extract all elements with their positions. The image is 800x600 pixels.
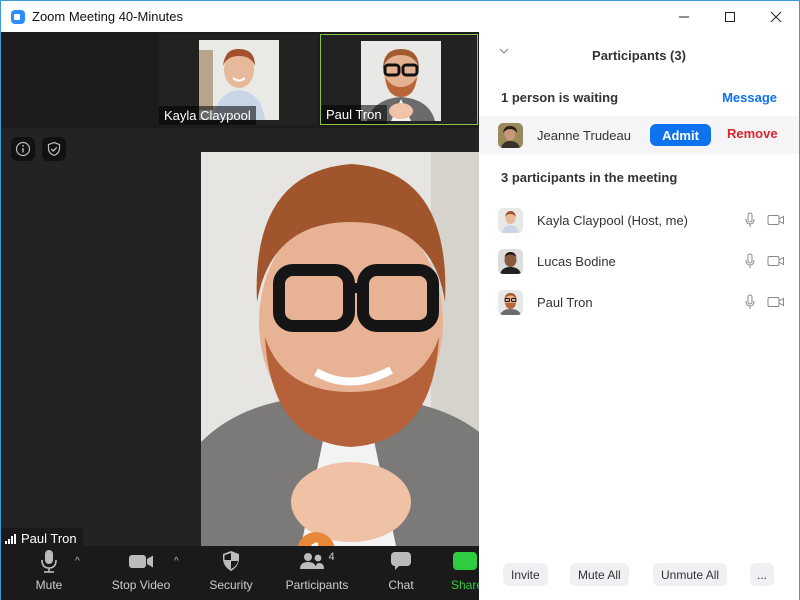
participant-row[interactable]: Kayla Claypool (Host, me) [479, 200, 799, 241]
avatar [498, 208, 523, 233]
speaker-name-label: Paul Tron [1, 528, 83, 546]
maximize-icon [725, 11, 735, 22]
chat-label: Chat [388, 578, 414, 592]
share-label: Share [451, 578, 479, 592]
waiting-person-row: Jeanne Trudeau Admit Remove [479, 116, 799, 154]
participants-count: 4 [328, 551, 335, 563]
microphone-icon [745, 212, 755, 227]
avatar [498, 122, 523, 148]
participant-name: Lucas Bodine [537, 254, 616, 269]
thumbnail-name: Paul Tron [321, 105, 387, 124]
participants-button[interactable]: 4 Participants [283, 546, 351, 600]
close-button[interactable] [753, 1, 799, 32]
signal-strength-icon [5, 533, 16, 544]
stop-video-button[interactable]: Stop Video [109, 546, 173, 600]
unmute-all-button[interactable]: Unmute All [653, 563, 728, 586]
more-options-button[interactable]: ... [750, 563, 774, 586]
thumbnail-name: Kayla Claypool [159, 106, 256, 125]
info-icon [15, 141, 31, 157]
invite-button[interactable]: Invite [503, 563, 548, 586]
waiting-label: 1 person is waiting [501, 89, 619, 105]
avatar-image-kayla [498, 208, 523, 233]
message-waiting-link[interactable]: Message [722, 90, 777, 105]
stop-video-label: Stop Video [111, 578, 171, 592]
title-bar: Zoom Meeting 40-Minutes [1, 1, 799, 32]
collapse-panel-button[interactable] [499, 46, 509, 58]
share-screen-icon [453, 552, 477, 570]
microphone-icon [41, 550, 57, 573]
window-title: Zoom Meeting 40-Minutes [32, 9, 184, 24]
chat-button[interactable]: Chat [381, 546, 421, 600]
security-shield-icon [223, 551, 239, 571]
admit-button[interactable]: Admit [650, 124, 711, 146]
share-screen-button[interactable]: Share [451, 546, 479, 600]
audio-options-caret[interactable]: ^ [75, 556, 80, 567]
waiting-room-header: 1 person is waiting Message [479, 78, 799, 116]
mute-all-button[interactable]: Mute All [570, 563, 629, 586]
video-camera-icon [767, 215, 784, 225]
participants-panel: Participants (3) 1 person is waiting Mes… [479, 32, 799, 600]
video-area: Kayla Claypool Paul Tron Paul Tron [1, 32, 479, 546]
thumbnail-strip: Kayla Claypool Paul Tron [1, 32, 479, 128]
panel-title: Participants (3) [592, 47, 686, 63]
zoom-window: Zoom Meeting 40-Minutes Kayla Claypool P… [0, 0, 800, 600]
in-meeting-label: 3 participants in the meeting [501, 169, 678, 185]
panel-header: Participants (3) [479, 32, 799, 78]
avatar [498, 249, 523, 274]
microphone-icon [745, 294, 755, 309]
in-meeting-header: 3 participants in the meeting [479, 154, 799, 200]
video-camera-icon [129, 555, 153, 568]
security-button[interactable]: Security [207, 546, 255, 600]
thumbnail-paul[interactable]: Paul Tron [320, 34, 478, 125]
minimize-button[interactable] [661, 1, 707, 32]
close-icon [770, 11, 782, 22]
meeting-info-button[interactable] [11, 137, 35, 161]
chevron-down-icon [499, 48, 509, 54]
microphone-icon [745, 253, 755, 268]
waiting-person-name: Jeanne Trudeau [537, 127, 631, 143]
security-label: Security [209, 578, 253, 592]
chat-bubble-icon [391, 552, 411, 570]
participant-name: Kayla Claypool (Host, me) [537, 213, 688, 228]
video-options-caret[interactable]: ^ [174, 556, 179, 567]
participant-row[interactable]: Lucas Bodine [479, 241, 799, 282]
avatar-image-paul [498, 290, 523, 315]
participants-label: Participants [285, 578, 349, 592]
participants-icon [300, 553, 325, 569]
avatar-image-lucas [498, 249, 523, 274]
avatar [498, 290, 523, 315]
video-camera-icon [767, 256, 784, 266]
speaker-video-frame [201, 152, 479, 546]
avatar-image-jeanne [498, 122, 523, 148]
speaker-name: Paul Tron [21, 531, 77, 546]
meeting-toolbar: Mute ^ Stop Video ^ Security 4 Participa… [1, 546, 479, 600]
minimize-icon [679, 16, 689, 17]
maximize-button[interactable] [707, 1, 753, 32]
remove-button[interactable]: Remove [727, 126, 778, 141]
panel-footer: Invite Mute All Unmute All ... [479, 563, 799, 586]
zoom-app-icon [11, 9, 25, 24]
shield-check-icon [47, 141, 61, 157]
participant-row[interactable]: Paul Tron [479, 282, 799, 323]
thumbnail-kayla[interactable]: Kayla Claypool [159, 34, 317, 125]
encryption-button[interactable] [42, 137, 66, 161]
mute-label: Mute [35, 578, 63, 592]
mute-button[interactable]: Mute [31, 546, 67, 600]
active-speaker-video [201, 152, 479, 546]
participant-name: Paul Tron [537, 295, 593, 310]
video-camera-icon [767, 297, 784, 307]
